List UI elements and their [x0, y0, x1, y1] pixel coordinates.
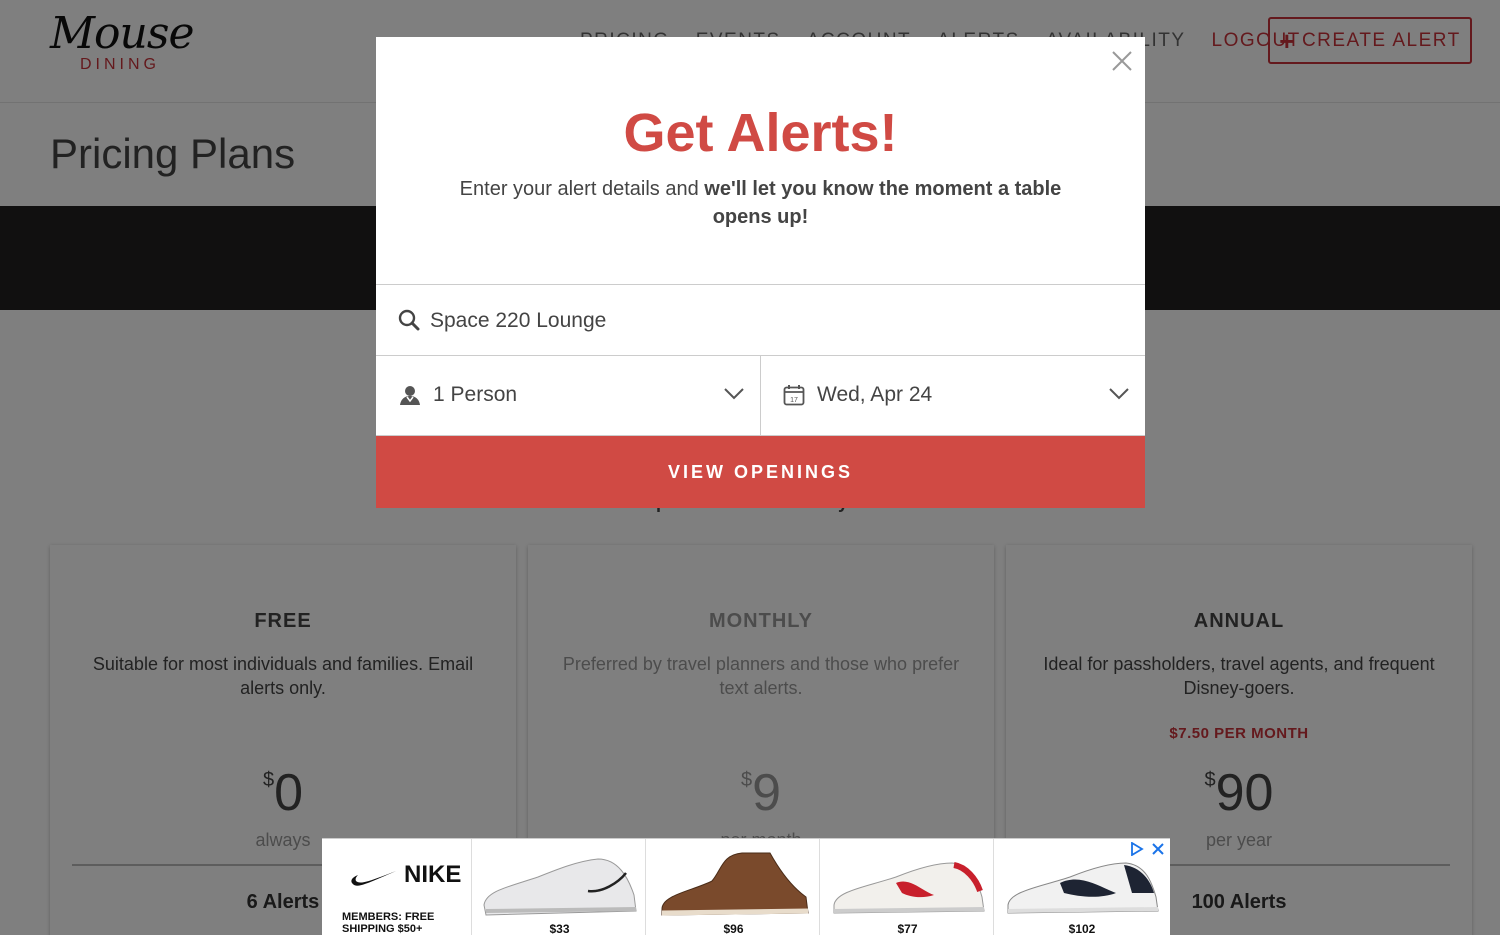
party-size-select[interactable]: 1 Person [376, 356, 761, 436]
chevron-down-icon [724, 387, 744, 405]
search-input[interactable] [430, 299, 1120, 343]
party-size-value: 1 Person [433, 383, 518, 406]
ad-price: $102 [1068, 922, 1096, 935]
shoe-image [661, 852, 809, 916]
modal-title: Get Alerts! [623, 103, 898, 163]
ad-price: $77 [897, 922, 918, 935]
view-openings-button[interactable]: VIEW OPENINGS [376, 436, 1145, 508]
swoosh-icon [350, 867, 398, 892]
ad-brand-panel[interactable]: NIKE MEMBERS: FREE SHIPPING $50+ [322, 839, 472, 935]
chevron-down-icon [1109, 387, 1129, 405]
date-value: Wed, Apr 24 [817, 383, 933, 406]
ad-product-3[interactable]: $77 [822, 839, 994, 935]
date-select[interactable]: 17 Wed, Apr 24 [761, 356, 1145, 436]
ad-controls [1130, 841, 1164, 861]
shoe-image [833, 862, 985, 914]
calendar-icon: 17 [783, 384, 805, 411]
ad-price: $96 [723, 922, 744, 935]
restaurant-search [376, 284, 1145, 356]
ad-banner[interactable]: NIKE MEMBERS: FREE SHIPPING $50+ $33 $96… [322, 838, 1170, 935]
ad-promo-text: MEMBERS: FREE SHIPPING $50+ [342, 911, 435, 935]
person-icon [398, 384, 422, 411]
alert-options: 1 Person 17 Wed, Apr 24 [376, 356, 1145, 436]
svg-text:17: 17 [790, 397, 798, 404]
ad-price: $33 [549, 922, 570, 935]
search-icon [398, 309, 420, 336]
adchoices-icon[interactable] [1130, 841, 1144, 861]
close-ad-icon[interactable] [1152, 842, 1164, 861]
modal-desc-plain: Enter your alert details and [459, 178, 705, 200]
modal-description: Enter your alert details and we'll let y… [436, 175, 1085, 231]
get-alerts-modal: Get Alerts! Enter your alert details and… [376, 37, 1145, 508]
shoe-image [483, 858, 637, 916]
ad-brand-name: NIKE [404, 861, 462, 888]
ad-product-2[interactable]: $96 [648, 839, 820, 935]
ad-product-1[interactable]: $33 [474, 839, 646, 935]
modal-desc-bold: we'll let you know the moment a table op… [704, 178, 1062, 228]
close-icon[interactable] [1110, 49, 1134, 73]
